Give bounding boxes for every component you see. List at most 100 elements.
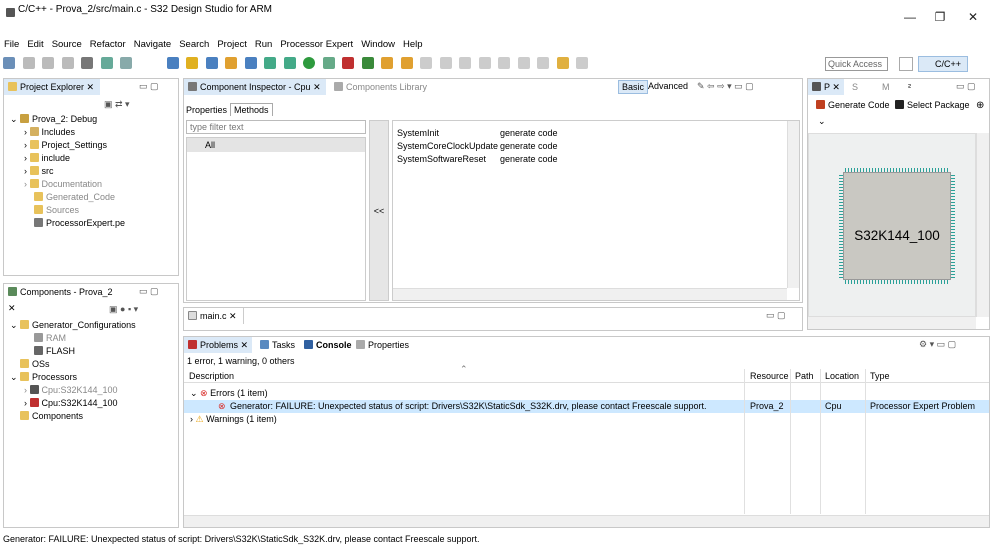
- tab-properties-view[interactable]: Properties: [352, 337, 413, 353]
- tree-item-include[interactable]: › include: [10, 152, 125, 165]
- chevron-down-icon[interactable]: ⌄: [818, 116, 826, 127]
- tree-item-processors[interactable]: ⌄ Processors: [10, 371, 136, 384]
- tab-properties[interactable]: Properties: [186, 105, 227, 115]
- tools-icon[interactable]: [100, 57, 113, 69]
- warnings-group-row[interactable]: › ⚠ Warnings (1 item): [184, 413, 989, 426]
- forward-icon[interactable]: [576, 57, 589, 69]
- menu-refactor[interactable]: Refactor: [86, 37, 130, 53]
- vertical-scrollbar[interactable]: [976, 133, 989, 317]
- tab-components-library[interactable]: Components Library: [330, 79, 431, 95]
- menu-source[interactable]: Source: [48, 37, 86, 53]
- run-icon[interactable]: [303, 57, 316, 69]
- list-item-all[interactable]: All: [187, 138, 365, 152]
- horizontal-scrollbar[interactable]: [184, 515, 989, 527]
- tree-item-generated-code[interactable]: Generated_Code: [10, 191, 125, 204]
- print-icon[interactable]: [61, 57, 74, 69]
- debug-icon[interactable]: [283, 57, 296, 69]
- back-icon[interactable]: [556, 57, 569, 69]
- nav-icon[interactable]: [517, 57, 530, 69]
- marker-icon[interactable]: [459, 57, 472, 69]
- minimize-panel-icon[interactable]: ▭ ▢: [956, 81, 976, 92]
- table-row[interactable]: SystemInit generate code: [397, 127, 558, 140]
- tree-item-root[interactable]: ⌄ Prova_2: Debug: [10, 113, 125, 126]
- tree-item-project-settings[interactable]: › Project_Settings: [10, 139, 125, 152]
- step-icon[interactable]: [478, 57, 491, 69]
- tree-item-sources[interactable]: Sources: [10, 204, 125, 217]
- menu-run[interactable]: Run: [251, 37, 276, 53]
- menu-help[interactable]: Help: [399, 37, 427, 53]
- menu-navigate[interactable]: Navigate: [130, 37, 176, 53]
- tab-problems[interactable]: Problems ✕: [184, 337, 253, 353]
- tree-item-src[interactable]: › src: [10, 165, 125, 178]
- advanced-button[interactable]: Advanced: [648, 81, 688, 91]
- tool-icon[interactable]: [166, 57, 179, 69]
- target-icon[interactable]: [264, 57, 277, 69]
- chip-package-graphic[interactable]: [843, 172, 951, 280]
- build-icon[interactable]: [81, 57, 94, 69]
- flash-icon[interactable]: [186, 57, 199, 69]
- tab-components[interactable]: Components - Prova_2 ✕: [4, 284, 119, 316]
- col-path[interactable]: Path: [795, 369, 814, 383]
- quick-access-input[interactable]: Quick Access: [825, 57, 888, 71]
- tree-item-documentation[interactable]: › Documentation: [10, 178, 125, 191]
- debug-config-icon[interactable]: [120, 57, 133, 69]
- tree-item-cpu-2[interactable]: › Cpu:S32K144_100: [10, 397, 136, 410]
- errors-group-row[interactable]: ⌄ ⊗ Errors (1 item): [184, 387, 989, 400]
- tab-methods[interactable]: Methods: [230, 103, 273, 116]
- folder-icon[interactable]: [225, 57, 238, 69]
- restore-button[interactable]: ❐: [925, 8, 955, 28]
- tab-m[interactable]: M: [878, 79, 894, 95]
- open-perspective-icon[interactable]: [899, 57, 913, 71]
- inspector-nav-icon[interactable]: ✎ ⇦ ⇨ ▾ ▭ ▢: [697, 81, 754, 92]
- tree-item-cpu-1[interactable]: › Cpu:S32K144_100: [10, 384, 136, 397]
- maximize-panel-icon[interactable]: ▭ ▢: [766, 310, 786, 321]
- collapse-all-icon[interactable]: ▣ ⇄ ▾: [104, 99, 130, 110]
- horizontal-scrollbar[interactable]: [808, 317, 976, 329]
- menu-search[interactable]: Search: [175, 37, 213, 53]
- menu-processor-expert[interactable]: Processor Expert: [276, 37, 357, 53]
- new-icon[interactable]: [3, 57, 15, 69]
- tree-item-includes[interactable]: › Includes: [10, 126, 125, 139]
- col-type[interactable]: Type: [870, 369, 890, 383]
- col-description[interactable]: Description: [189, 369, 234, 383]
- table-row[interactable]: SystemCoreClockUpdate generate code: [397, 140, 558, 153]
- tab-tasks[interactable]: Tasks: [256, 337, 299, 353]
- col-resource[interactable]: Resource: [750, 369, 789, 383]
- horizontal-scrollbar[interactable]: [393, 288, 787, 300]
- tree-item-ram[interactable]: RAM: [10, 332, 136, 345]
- filter-input[interactable]: type filter text: [186, 120, 366, 134]
- menu-edit[interactable]: Edit: [23, 37, 47, 53]
- vertical-scrollbar[interactable]: [787, 121, 799, 288]
- tree-item-components[interactable]: Components: [10, 410, 136, 423]
- table-row[interactable]: ⊗ Generator: FAILURE: Unexpected status …: [184, 400, 989, 413]
- tree-item-oss[interactable]: OSs: [10, 358, 136, 371]
- stop-icon[interactable]: [498, 57, 511, 69]
- new-class-icon[interactable]: [244, 57, 257, 69]
- minimize-panel-icon[interactable]: ▭ ▢: [139, 81, 159, 92]
- tab-main-c[interactable]: main.c ✕: [184, 308, 244, 324]
- open-folder-icon[interactable]: [381, 57, 394, 69]
- tab-project-explorer[interactable]: Project Explorer ✕: [4, 79, 100, 95]
- save-icon[interactable]: [22, 57, 35, 69]
- tab-overflow[interactable]: ²: [904, 79, 915, 95]
- tab-component-inspector[interactable]: Component Inspector - Cpu ✕: [184, 79, 326, 95]
- zoom-icon[interactable]: ⊕: [976, 100, 984, 111]
- menu-window[interactable]: Window: [357, 37, 399, 53]
- tree-item-generator-configurations[interactable]: ⌄ Generator_Configurations: [10, 319, 136, 332]
- perspective-cpp-button[interactable]: C/C++: [918, 56, 968, 72]
- close-button[interactable]: ✕: [958, 8, 988, 28]
- minimize-button[interactable]: —: [895, 8, 925, 28]
- col-location[interactable]: Location: [825, 369, 859, 383]
- run-config-icon[interactable]: [322, 57, 335, 69]
- minimize-panel-icon[interactable]: ▭ ▢: [139, 286, 159, 297]
- table-row[interactable]: SystemSoftwareReset generate code: [397, 153, 558, 166]
- tree-item-processor-expert[interactable]: ProcessorExpert.pe: [10, 217, 125, 230]
- component-icon[interactable]: [205, 57, 218, 69]
- coverage-icon[interactable]: [361, 57, 374, 69]
- history-icon[interactable]: [537, 57, 550, 69]
- menu-file[interactable]: File: [0, 37, 23, 53]
- tab-console[interactable]: Console: [300, 337, 356, 353]
- tree-item-flash[interactable]: FLASH: [10, 345, 136, 358]
- external-tools-icon[interactable]: [342, 57, 355, 69]
- generate-code-button[interactable]: Generate Code: [816, 100, 890, 110]
